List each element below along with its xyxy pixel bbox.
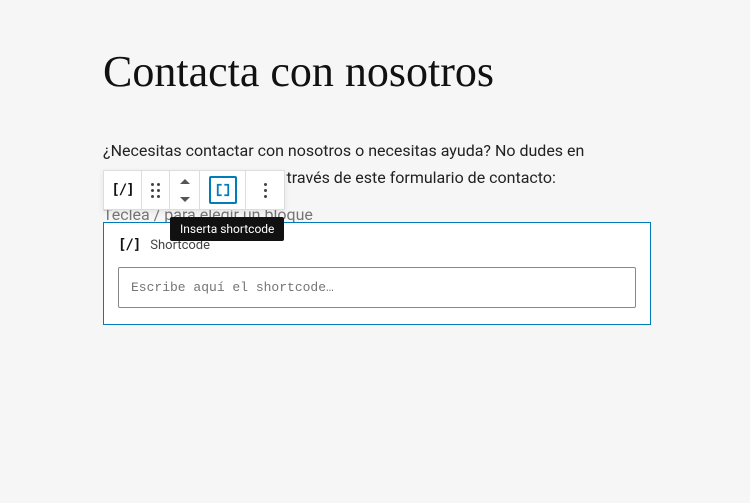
shortcode-icon: [/] [118,237,140,253]
more-vertical-icon [264,183,267,198]
block-movers [170,171,200,209]
shortcode-input[interactable] [118,267,636,308]
block-options-button[interactable] [246,171,284,209]
toolbar-tooltip: Inserta shortcode [170,217,284,241]
page-title[interactable]: Contacta con nosotros [103,46,651,99]
drag-icon [151,183,160,198]
block-toolbar: [/] [103,170,285,210]
block-type-button[interactable]: [/] [104,171,142,209]
brackets-icon [214,181,232,199]
shortcode-icon: [/] [111,182,133,198]
move-down-button[interactable] [170,190,199,208]
move-up-button[interactable] [170,172,199,190]
chevron-down-icon [180,197,190,202]
drag-handle[interactable] [142,171,170,209]
transform-highlight [209,176,237,204]
chevron-up-icon [180,179,190,184]
transform-block-button[interactable] [200,171,246,209]
